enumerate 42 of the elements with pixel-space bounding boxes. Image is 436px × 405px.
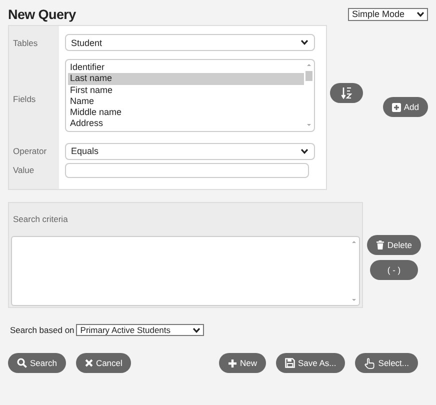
plus-icon — [228, 358, 237, 368]
caret-icon — [301, 148, 308, 154]
add-button[interactable]: Add — [382, 97, 428, 117]
list-item[interactable]: Middle name — [68, 107, 304, 118]
sort-button[interactable] — [330, 83, 363, 103]
mode-dropdown[interactable]: Simple Mode — [348, 8, 428, 20]
field-label: Operator — [13, 146, 47, 156]
table-dropdown[interactable]: Student — [65, 34, 315, 51]
panel-header: Search criteria — [13, 214, 68, 224]
scrollbar[interactable] — [305, 61, 313, 129]
caret-icon — [417, 12, 424, 16]
scrollbar[interactable] — [350, 238, 358, 304]
delete-button[interactable]: Delete — [367, 235, 421, 255]
hand-pointer-icon — [364, 358, 376, 368]
page-title: New Query — [8, 6, 76, 22]
value-input[interactable] — [65, 163, 309, 178]
list-item[interactable]: First name — [68, 84, 304, 96]
list-item[interactable]: Last name — [68, 73, 304, 85]
field-label: Search based on — [10, 325, 74, 335]
field-label: Fields — [13, 94, 36, 104]
field-label: Value — [13, 165, 34, 175]
list-item[interactable]: Address — [68, 118, 304, 130]
close-icon — [84, 359, 93, 367]
base-dropdown[interactable]: Primary Active Students — [76, 324, 204, 336]
trash-icon — [376, 240, 384, 250]
caret-icon — [301, 40, 308, 45]
list-item[interactable]: Identifier — [68, 62, 304, 74]
save-button[interactable]: Save As... — [276, 353, 346, 373]
fields-listbox[interactable]: Identifier Last name First name Name Middle name Address — [65, 59, 315, 132]
select-button[interactable]: Select... — [355, 353, 418, 373]
operator-dropdown[interactable]: Equals — [65, 142, 315, 160]
group-button[interactable]: ( - ) — [370, 260, 418, 280]
new-button[interactable]: New — [218, 353, 266, 373]
sort-icon — [341, 87, 352, 99]
cancel-button[interactable]: Cancel — [76, 353, 132, 373]
plus-square-icon — [392, 102, 401, 112]
search-button[interactable]: Search — [8, 353, 66, 373]
field-label: Tables — [13, 38, 38, 48]
caret-icon — [193, 328, 200, 332]
criteria-textarea[interactable] — [11, 236, 360, 306]
list-item[interactable]: Name — [68, 96, 304, 108]
search-icon — [17, 358, 27, 368]
